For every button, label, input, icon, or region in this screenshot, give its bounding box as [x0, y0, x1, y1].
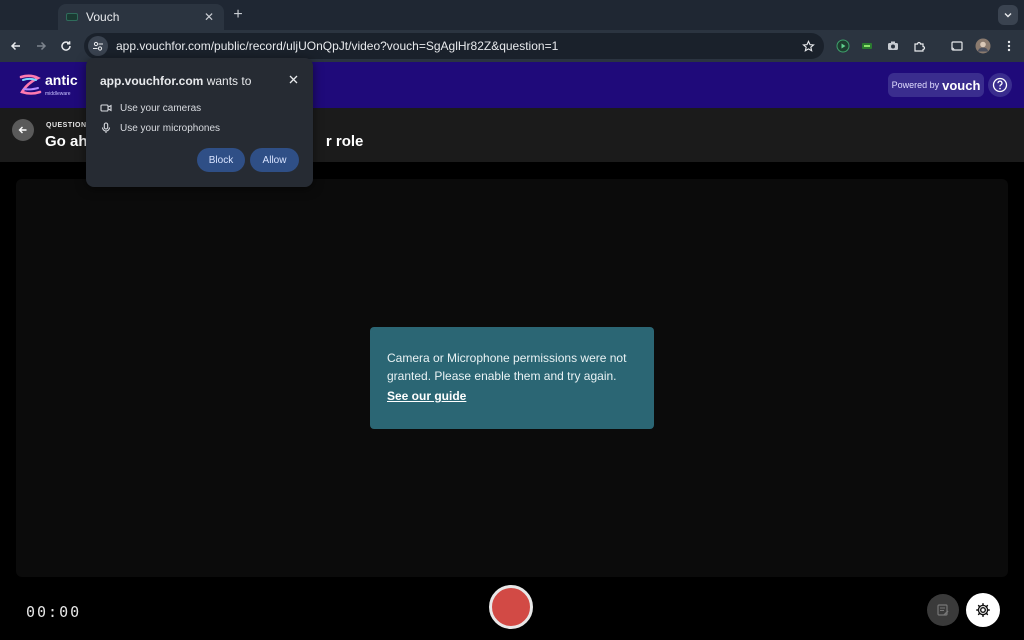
permission-prompt: app.vouchfor.com wants to Use your camer…: [86, 58, 313, 187]
block-button[interactable]: Block: [197, 148, 245, 172]
tab-vouch[interactable]: Vouch ✕: [58, 4, 224, 30]
permission-site: app.vouchfor.com: [100, 74, 204, 88]
tune-icon: [93, 41, 103, 51]
url-text: app.vouchfor.com/public/record/uljUOnQpJ…: [116, 39, 559, 53]
question-title-end: r role: [325, 133, 364, 150]
help-button[interactable]: [988, 73, 1012, 97]
address-bar[interactable]: app.vouchfor.com/public/record/uljUOnQpJ…: [84, 33, 824, 59]
permission-camera-row: Use your cameras: [100, 102, 201, 114]
video-camera-icon: [100, 104, 112, 112]
gear-icon: [976, 603, 990, 617]
permission-close-button[interactable]: [286, 72, 300, 86]
new-tab-button[interactable]: +: [230, 6, 246, 24]
play-circle-icon: [836, 39, 850, 53]
notes-button[interactable]: [927, 594, 959, 626]
extension-camera[interactable]: [884, 37, 902, 55]
brand-logo[interactable]: antic middleware: [18, 72, 78, 97]
puzzle-icon: [914, 41, 926, 52]
notes-icon: [937, 604, 949, 616]
settings-button[interactable]: [966, 593, 1000, 627]
recording-timer: 00:00: [26, 603, 82, 621]
tab-search-button[interactable]: [998, 5, 1018, 25]
record-button[interactable]: [489, 585, 533, 629]
alert-message: Camera or Microphone permissions were no…: [387, 351, 627, 383]
permission-microphone-label: Use your microphones: [120, 122, 221, 134]
logo-subtext: middleware: [45, 91, 71, 97]
star-icon: [801, 39, 815, 52]
reload-icon: [61, 41, 71, 51]
chevron-down-icon: [1004, 13, 1012, 18]
more-vertical-icon: [1007, 40, 1011, 52]
permission-error-alert: Camera or Microphone permissions were no…: [370, 327, 654, 429]
profile-button[interactable]: [974, 37, 992, 55]
camera-icon: [888, 41, 898, 50]
extension-green[interactable]: [858, 37, 876, 55]
logo-text: antic: [45, 72, 78, 88]
tab-strip: Vouch ✕ +: [0, 0, 1024, 30]
help-icon: [992, 77, 1008, 93]
bookmark-button[interactable]: [798, 36, 818, 56]
powered-by-label: Powered by: [891, 80, 940, 90]
permission-title: app.vouchfor.com wants to: [100, 74, 251, 88]
close-icon: [289, 75, 297, 83]
vouch-brand: vouch: [942, 77, 981, 93]
extension-play[interactable]: [834, 37, 852, 55]
question-back-button[interactable]: [12, 119, 34, 141]
avatar-icon: [975, 38, 991, 54]
arrow-left-icon: [10, 41, 20, 51]
allow-button[interactable]: Allow: [250, 148, 299, 172]
site-info-button[interactable]: [88, 36, 108, 56]
tab-title: Vouch: [86, 10, 120, 24]
extensions-button[interactable]: [910, 37, 928, 55]
vouch-favicon-icon: [66, 13, 78, 21]
microphone-icon: [101, 122, 111, 133]
cast-button[interactable]: [948, 37, 966, 55]
tab-close-icon[interactable]: ✕: [202, 10, 216, 24]
permission-suffix: wants to: [203, 74, 252, 88]
permission-microphone-row: Use your microphones: [100, 122, 220, 134]
reload-button[interactable]: [56, 36, 76, 56]
zantic-logo-icon: [19, 74, 42, 95]
cast-icon: [951, 41, 963, 51]
browser-menu-button[interactable]: [1000, 37, 1018, 55]
extension-badge-icon: [862, 43, 872, 49]
see-guide-link[interactable]: See our guide: [387, 389, 466, 403]
back-button[interactable]: [6, 36, 26, 56]
powered-by-vouch[interactable]: Powered by vouch: [888, 73, 984, 97]
arrow-right-icon: [37, 41, 47, 51]
permission-camera-label: Use your cameras: [120, 102, 202, 114]
arrow-left-icon: [18, 126, 27, 134]
forward-button[interactable]: [31, 36, 51, 56]
browser-window: Vouch ✕ + app.vouchfor.com/public/record…: [0, 0, 1024, 640]
